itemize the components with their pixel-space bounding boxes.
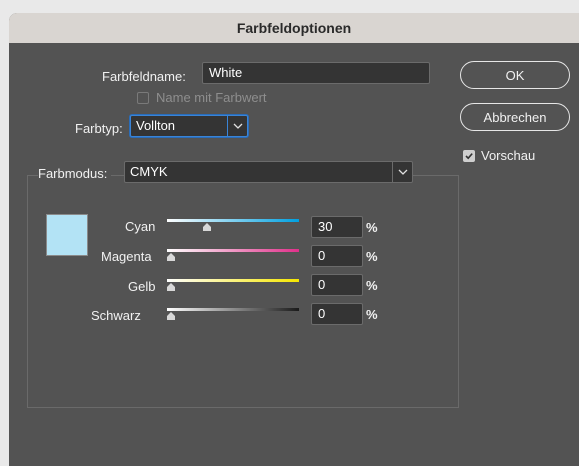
cyan-slider-thumb[interactable]: [202, 223, 211, 231]
black-slider[interactable]: [167, 308, 299, 322]
yellow-label: Gelb: [128, 279, 156, 294]
cyan-label: Cyan: [125, 219, 156, 234]
chevron-down-icon: [227, 116, 247, 136]
magenta-slider-track: [167, 249, 299, 252]
yellow-slider[interactable]: [167, 279, 299, 293]
black-percent-unit: %: [366, 307, 378, 322]
black-value-input[interactable]: 0: [311, 303, 363, 325]
yellow-percent-unit: %: [366, 278, 378, 293]
swatch-options-dialog: Farbfeldoptionen Farbfeldname: White Nam…: [9, 13, 579, 466]
ok-button[interactable]: OK: [460, 61, 570, 89]
color-mode-select[interactable]: CMYK: [124, 161, 413, 183]
color-mode-value: CMYK: [130, 164, 168, 179]
yellow-slider-thumb[interactable]: [167, 283, 175, 291]
black-label: Schwarz: [91, 308, 141, 323]
cyan-slider-track: [167, 219, 299, 222]
cyan-value-input[interactable]: 30: [311, 216, 363, 238]
preview-label: Vorschau: [481, 148, 536, 163]
yellow-slider-track: [167, 279, 299, 282]
magenta-percent-unit: %: [366, 249, 378, 264]
color-type-select[interactable]: Vollton: [130, 115, 248, 137]
preview-checkbox[interactable]: [463, 150, 475, 162]
dialog-title: Farbfeldoptionen: [9, 13, 579, 43]
magenta-slider[interactable]: [167, 249, 299, 263]
color-type-value: Vollton: [136, 118, 176, 133]
black-slider-track: [167, 308, 299, 311]
name-with-value-checkbox[interactable]: [137, 92, 149, 104]
color-mode-label: Farbmodus:: [38, 166, 112, 181]
cyan-percent-unit: %: [366, 220, 378, 235]
cancel-button[interactable]: Abbrechen: [460, 103, 570, 131]
black-slider-thumb[interactable]: [167, 312, 175, 320]
swatch-name-label: Farbfeldname:: [102, 69, 186, 84]
magenta-label: Magenta: [101, 249, 152, 264]
swatch-name-input[interactable]: White: [202, 62, 430, 84]
cyan-slider[interactable]: [167, 219, 299, 233]
magenta-slider-thumb[interactable]: [167, 253, 175, 261]
name-with-value-label: Name mit Farbwert: [156, 90, 267, 105]
yellow-value-input[interactable]: 0: [311, 274, 363, 296]
checkmark-icon: [465, 153, 473, 160]
color-preview-swatch: [46, 214, 88, 256]
color-type-label: Farbtyp:: [75, 121, 123, 136]
chevron-down-icon: [392, 162, 412, 182]
magenta-value-input[interactable]: 0: [311, 245, 363, 267]
